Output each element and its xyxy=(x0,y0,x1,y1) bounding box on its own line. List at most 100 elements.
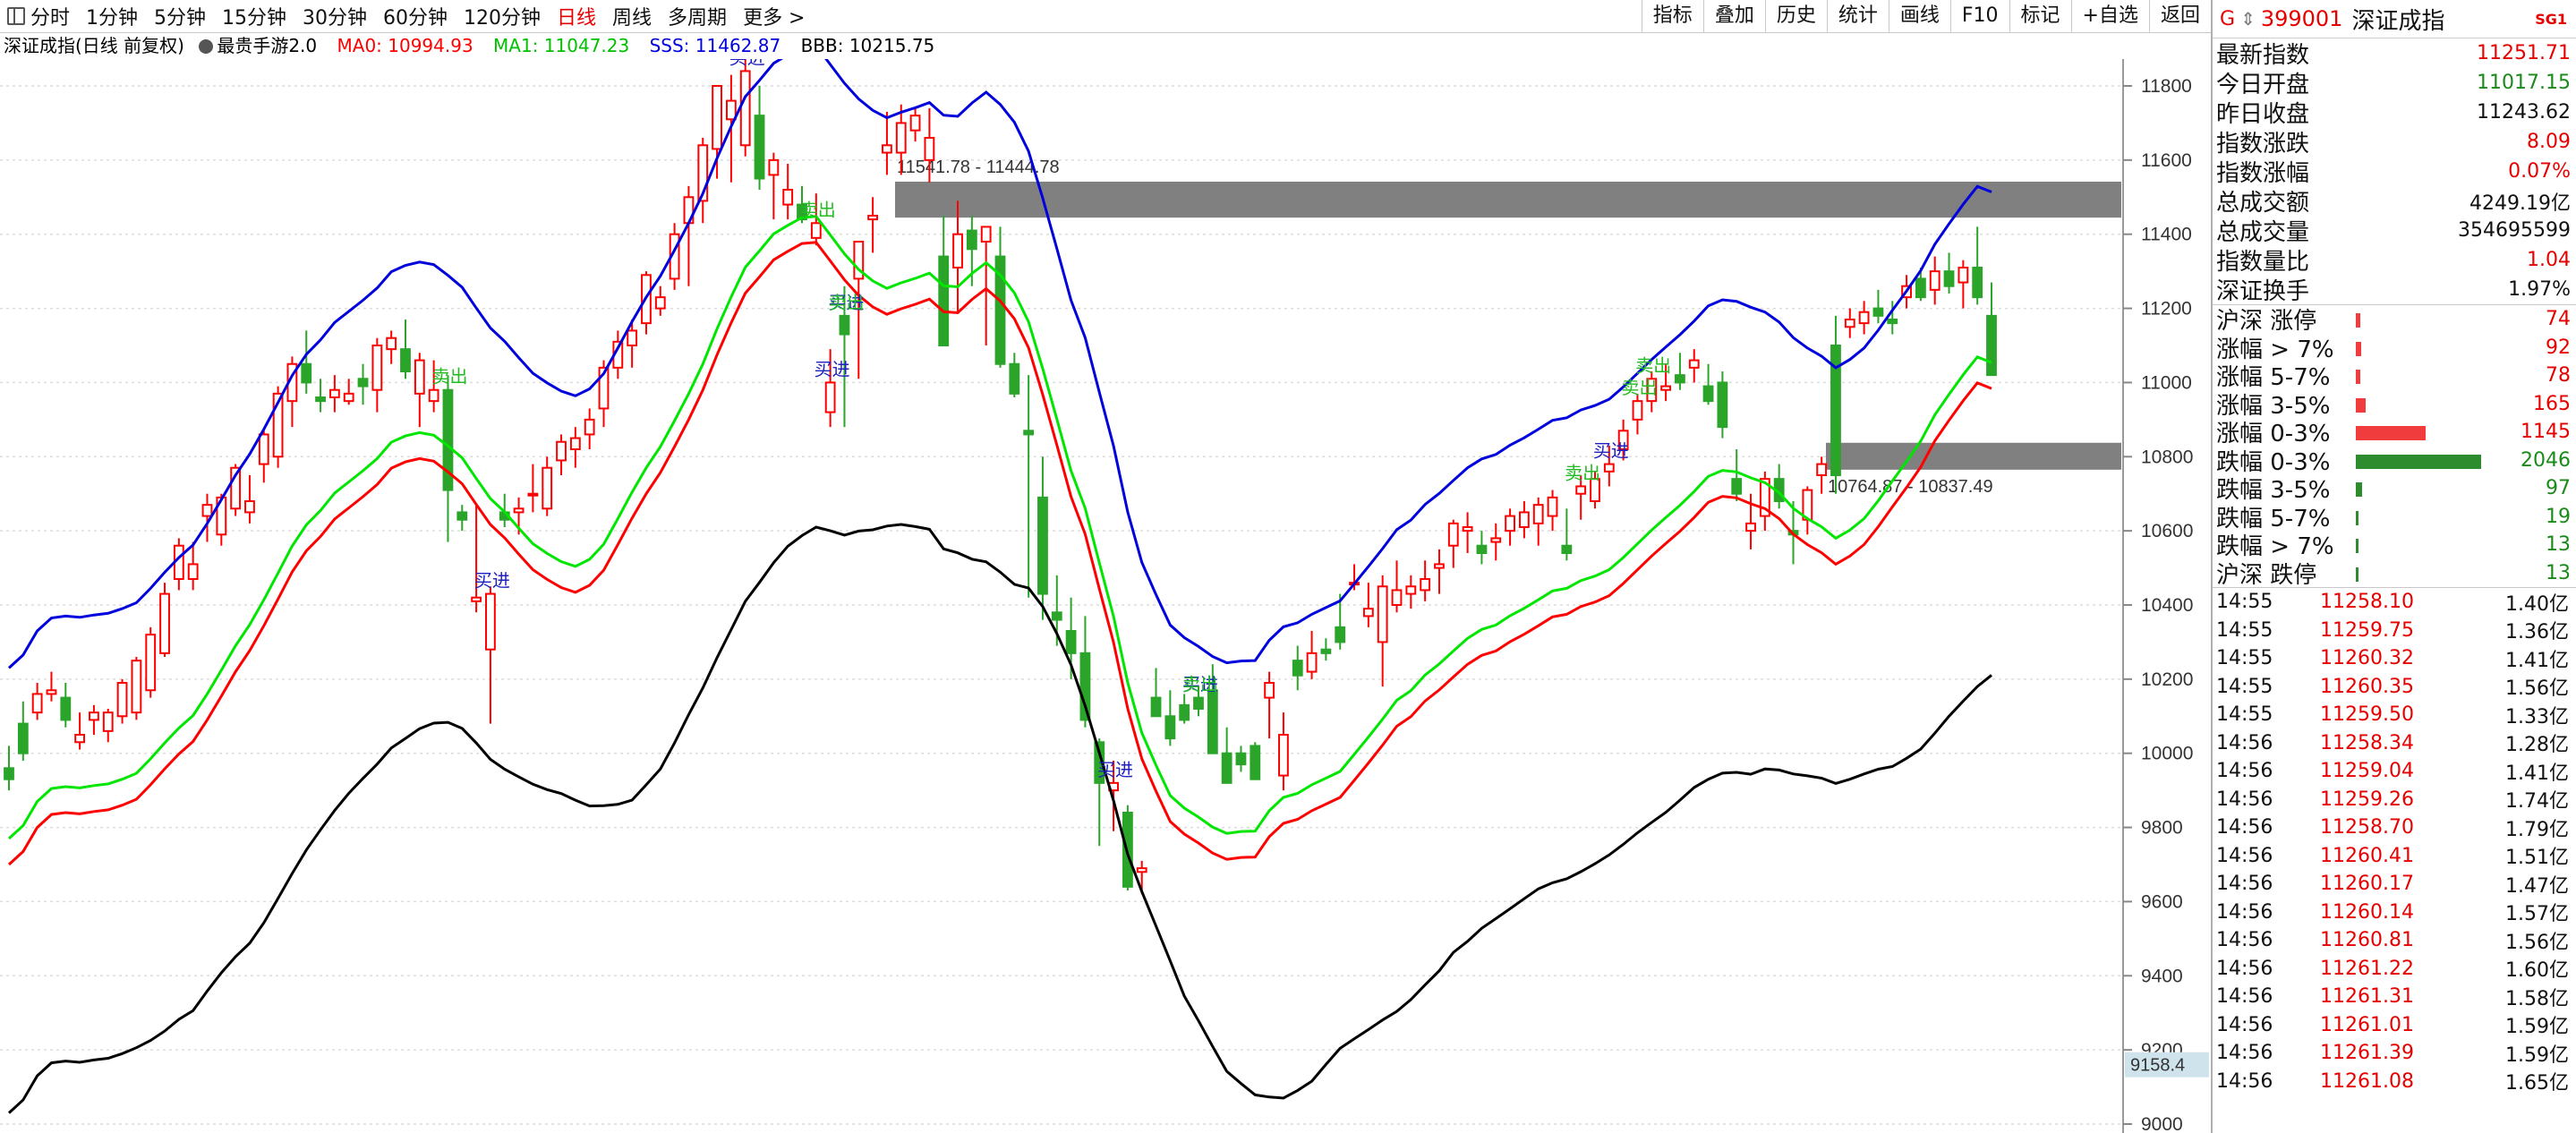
candle-body xyxy=(31,693,43,714)
candle-body xyxy=(400,348,411,372)
candle-body xyxy=(1292,660,1303,677)
tick-time: 14:56 xyxy=(2216,873,2273,896)
candle-body xyxy=(1717,381,1728,429)
candle-body xyxy=(301,362,312,384)
candle-body xyxy=(343,392,354,403)
tick-row: 14:56 11258.34 1.28亿 xyxy=(2213,729,2576,758)
quote-label: 昨日收盘 xyxy=(2216,101,2310,128)
group-mark[interactable]: G xyxy=(2220,8,2235,30)
period-tab-6[interactable]: 120分钟 xyxy=(464,2,541,30)
toolbar-button-3[interactable]: 统计 xyxy=(1826,0,1889,32)
indicator-name[interactable]: 最贵手游2.0 xyxy=(217,35,317,56)
toolbar-button-0[interactable]: 指标 xyxy=(1641,0,1703,32)
candle-body xyxy=(1561,544,1573,555)
period-tab-3[interactable]: 15分钟 xyxy=(222,2,286,30)
candle-body xyxy=(1335,626,1346,643)
panel-header: G ⇕ 399001 深证成指 SG1 xyxy=(2213,0,2576,38)
candle-body xyxy=(1887,319,1898,325)
quote-label: 最新指数 xyxy=(2216,42,2310,69)
tick-price: 11259.04 xyxy=(2320,760,2414,783)
candle-body xyxy=(839,314,850,336)
quote-row: 指数量比 1.04 xyxy=(2213,245,2576,276)
candle-body xyxy=(145,634,157,692)
toolbar-button-8[interactable]: 返回 xyxy=(2148,0,2211,32)
candle-body xyxy=(527,492,539,497)
toolbar-button-5[interactable]: F10 xyxy=(1949,0,2009,32)
candle-body xyxy=(258,433,269,465)
toolbar-button-1[interactable]: 叠加 xyxy=(1702,0,1765,32)
period-tab-4[interactable]: 30分钟 xyxy=(303,2,367,30)
period-tab-9[interactable]: 多周期 xyxy=(668,2,727,30)
candle-body xyxy=(1490,537,1502,543)
switch-arrow-icon[interactable]: ⇕ xyxy=(2240,8,2256,30)
signal-buy: 买进 xyxy=(1097,760,1133,780)
ma1-value: MA1: 11047.23 xyxy=(493,35,630,56)
toolbar-button-2[interactable]: 历史 xyxy=(1764,0,1827,32)
tick-row: 14:56 11261.31 1.58亿 xyxy=(2213,983,2576,1011)
tick-price: 11260.32 xyxy=(2320,647,2414,670)
candle-body xyxy=(102,711,114,732)
quote-label: 指数涨幅 xyxy=(2216,160,2310,187)
tick-price: 11260.14 xyxy=(2320,900,2414,924)
tick-time: 14:56 xyxy=(2216,900,2273,924)
candle-body xyxy=(810,222,822,239)
tick-time: 14:56 xyxy=(2216,788,2273,811)
kline-chart[interactable]: 11800 11600 11400 11200 11000 10800 10600 10400… xyxy=(0,59,2211,1133)
gear-icon[interactable] xyxy=(199,39,214,54)
tick-volume: 1.56亿 xyxy=(2505,931,2569,954)
signal-buy: 买进 xyxy=(729,59,765,68)
tick-volume: 1.79亿 xyxy=(2505,818,2569,841)
candle-body xyxy=(1532,504,1544,524)
period-tab-0[interactable]: 分时 xyxy=(30,2,70,30)
stock-app: 分时 1分钟 5分钟 15分钟 30分钟 60分钟 120分钟 日线 周线 多周期 更多 > 指标叠… xyxy=(0,0,2576,1133)
period-tab-1[interactable]: 1分钟 xyxy=(86,2,138,30)
breadth-value: 1145 xyxy=(2521,421,2571,444)
toolbar-button-7[interactable]: +自选 xyxy=(2070,0,2149,32)
candle-body xyxy=(1816,463,1828,477)
candle-body xyxy=(46,689,57,695)
tick-volume: 1.58亿 xyxy=(2505,987,2569,1010)
tick-row: 14:56 11259.04 1.41亿 xyxy=(2213,757,2576,786)
candle-body xyxy=(1037,496,1048,595)
candle-body xyxy=(980,226,992,243)
tick-volume: 1.40亿 xyxy=(2505,592,2569,616)
quote-value: 8.09 xyxy=(2527,131,2571,153)
tick-list[interactable]: 14:55 11258.10 1.40亿 14:55 11259.75 1.36亿 14:5… xyxy=(2213,588,2576,1095)
period-tab-10[interactable]: 更多 > xyxy=(743,2,805,30)
breadth-row: 沪深 涨停 74 xyxy=(2213,305,2576,335)
period-tab-8[interactable]: 周线 xyxy=(612,2,652,30)
sg-badge[interactable]: SG1 xyxy=(2535,11,2567,28)
candle-body xyxy=(116,682,128,718)
candle-body xyxy=(1009,362,1020,395)
tick-price: 11261.01 xyxy=(2320,1013,2414,1036)
period-tab-5[interactable]: 60分钟 xyxy=(383,2,448,30)
breadth-row: 涨幅 0-3% 1145 xyxy=(2213,418,2576,447)
period-tab-7[interactable]: 日线 xyxy=(557,2,596,30)
tick-time: 14:56 xyxy=(2216,985,2273,1009)
candle-body xyxy=(371,345,383,391)
candle-body xyxy=(1136,867,1147,873)
quote-label: 总成交量 xyxy=(2216,219,2310,246)
toolbar-button-4[interactable]: 画线 xyxy=(1888,0,1950,32)
candle-body xyxy=(315,396,326,403)
breadth-value: 13 xyxy=(2546,533,2571,557)
toolbar-button-6[interactable]: 标记 xyxy=(2009,0,2071,32)
breadth-bar xyxy=(2356,539,2358,553)
tick-time: 14:56 xyxy=(2216,1042,2273,1065)
tick-volume: 1.36亿 xyxy=(2505,621,2569,644)
layout-icon[interactable] xyxy=(7,7,25,25)
quote-row: 最新指数 11251.71 xyxy=(2213,38,2576,69)
tick-time: 14:56 xyxy=(2216,760,2273,783)
quote-panel: G ⇕ 399001 深证成指 SG1 最新指数 11251.71 今日开盘 1101… xyxy=(2211,0,2576,1133)
period-tab-2[interactable]: 5分钟 xyxy=(154,2,206,30)
candle-body xyxy=(938,255,950,346)
candle-body xyxy=(952,233,963,268)
y-tick-label: 11800 xyxy=(2141,76,2192,97)
period-tabs: 分时 1分钟 5分钟 15分钟 30分钟 60分钟 120分钟 日线 周线 多周期 更多 > xyxy=(0,0,822,32)
candle-body xyxy=(909,115,921,132)
signal-sell: 卖出 xyxy=(1635,355,1671,376)
tick-time: 14:55 xyxy=(2216,591,2273,614)
index-name: 深证成指 xyxy=(2351,7,2445,35)
breadth-bar xyxy=(2356,482,2362,497)
breadth-bar xyxy=(2356,370,2361,384)
